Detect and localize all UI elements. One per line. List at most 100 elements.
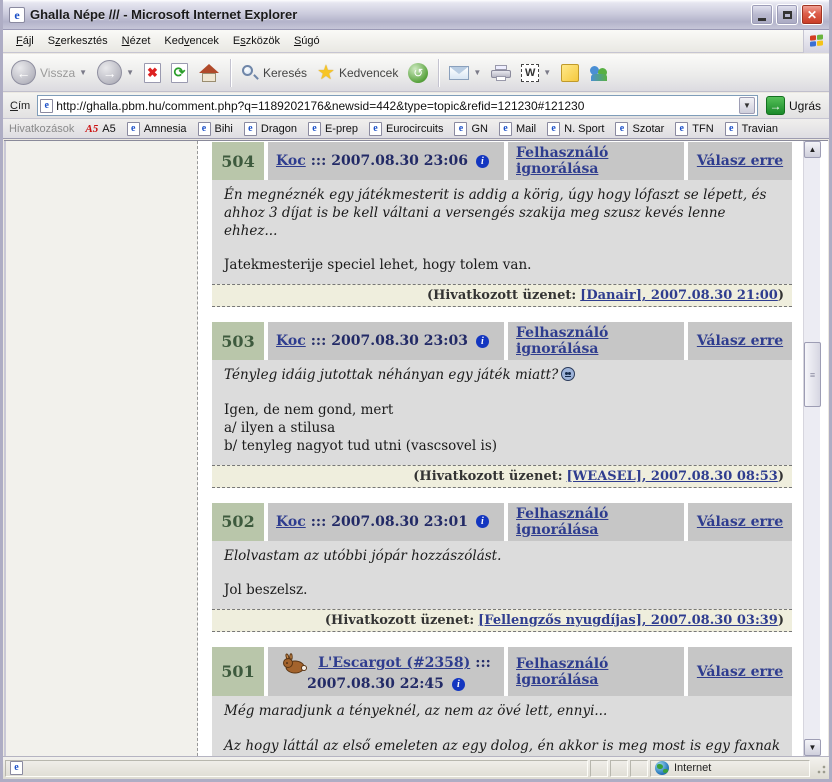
link-travian[interactable]: eTravian <box>725 122 778 136</box>
menu-file[interactable]: Fájl <box>9 32 41 50</box>
link-ie-icon: e <box>454 122 467 136</box>
link-dragon[interactable]: eDragon <box>244 122 297 136</box>
link-ie-icon: e <box>499 122 512 136</box>
address-dropdown-icon[interactable]: ▼ <box>739 97 755 114</box>
info-icon[interactable]: i <box>476 155 489 168</box>
post-header: 503 Koc ::: 2007.08.30 23:03 i Felhaszná… <box>212 322 792 360</box>
mail-dropdown-icon[interactable]: ▼ <box>473 68 481 77</box>
referenced-message-link[interactable]: [WEASEL], 2007.08.30 08:53 <box>567 469 778 484</box>
vertical-scrollbar[interactable]: ▲ ≡ ▼ <box>803 141 820 756</box>
back-button[interactable]: ← Vissza ▼ <box>7 57 91 89</box>
ie-app-icon: e <box>9 7 25 23</box>
favorites-button[interactable]: ★ Kedvencek <box>313 57 402 89</box>
forward-dropdown-icon[interactable]: ▼ <box>126 68 134 77</box>
info-icon[interactable]: i <box>452 678 465 691</box>
close-button[interactable]: ✕ <box>801 4 823 25</box>
post-header: 504 Koc ::: 2007.08.30 23:06 i Felhaszná… <box>212 142 792 180</box>
link-mail[interactable]: eMail <box>499 122 536 136</box>
ignore-user-link[interactable]: Felhasználó ignorálása <box>508 142 684 180</box>
scroll-up-icon[interactable]: ▲ <box>804 141 821 158</box>
link-szotar[interactable]: eSzotar <box>615 122 664 136</box>
link-ie-icon: e <box>308 122 321 136</box>
link-ie-icon: e <box>725 122 738 136</box>
status-page-icon: e <box>10 761 23 775</box>
post-footer: (Hivatkozott üzenet: [Fellengzős nyugdíja… <box>212 609 792 632</box>
status-bar: e Internet <box>3 756 829 779</box>
author-separator: ::: <box>311 333 327 349</box>
maximize-button[interactable] <box>776 4 798 25</box>
edit-button[interactable]: W ▼ <box>517 57 555 89</box>
link-gn[interactable]: eGN <box>454 122 488 136</box>
stop-button[interactable]: ✖ <box>140 57 165 89</box>
refresh-button[interactable]: ⟳ <box>167 57 192 89</box>
forward-button[interactable]: → ▼ <box>93 57 138 89</box>
info-icon[interactable]: i <box>476 515 489 528</box>
link-amnesia[interactable]: eAmnesia <box>127 122 187 136</box>
post-number: 503 <box>212 322 264 360</box>
ignore-user-link[interactable]: Felhasználó ignorálása <box>508 322 684 360</box>
reply-link[interactable]: Válasz erre <box>688 142 792 180</box>
post-datetime: 2007.08.30 22:45 <box>307 676 444 692</box>
history-button[interactable]: ↺ <box>404 57 432 89</box>
rolleyes-emoticon-icon <box>561 367 575 381</box>
go-button[interactable]: → Ugrás <box>762 96 825 115</box>
address-bar: Cím e ▼ → Ugrás <box>3 93 829 119</box>
discuss-button[interactable] <box>557 57 583 89</box>
back-dropdown-icon[interactable]: ▼ <box>79 68 87 77</box>
referenced-message-link[interactable]: [Danair], 2007.08.30 21:00 <box>580 288 778 303</box>
standard-toolbar: ← Vissza ▼ → ▼ ✖ ⟳ Keresés ★ Kedvencek ↺… <box>3 54 829 92</box>
author-link[interactable]: Koc <box>276 333 306 349</box>
link-ie-icon: e <box>369 122 382 136</box>
author-link[interactable]: L'Escargot (#2358) <box>318 655 470 671</box>
menu-help[interactable]: Súgó <box>287 32 327 50</box>
post-body: Tényleg idáig jutottak néhányan egy játé… <box>212 360 792 464</box>
link-ie-icon: e <box>547 122 560 136</box>
reply-link[interactable]: Válasz erre <box>688 322 792 360</box>
link-bihi[interactable]: eBihi <box>198 122 233 136</box>
address-input[interactable] <box>56 99 736 113</box>
referenced-message-link[interactable]: [Fellengzős nyugdíjas], 2007.08.30 03:39 <box>478 613 778 628</box>
windows-flag-icon <box>810 34 824 48</box>
resize-grip[interactable] <box>814 762 827 775</box>
menu-tools[interactable]: Eszközök <box>226 32 287 50</box>
status-panel <box>630 760 648 777</box>
ref-prefix: (Hivatkozott üzenet: <box>325 613 474 628</box>
mail-button[interactable]: ▼ <box>445 57 485 89</box>
windows-logo <box>803 30 829 53</box>
go-arrow-icon: → <box>766 96 785 115</box>
print-icon <box>491 65 511 81</box>
address-label: Cím <box>7 100 33 112</box>
print-button[interactable] <box>487 57 515 89</box>
minimize-icon <box>758 18 766 21</box>
link-eurocircuits[interactable]: eEurocircuits <box>369 122 443 136</box>
scroll-down-icon[interactable]: ▼ <box>804 739 821 756</box>
info-icon[interactable]: i <box>476 335 489 348</box>
post-author-cell: Koc ::: 2007.08.30 23:03 i <box>268 322 504 360</box>
post-header: 501 L'Escargot (#2358) <box>212 647 792 696</box>
link-a5[interactable]: A5A5 <box>85 123 115 135</box>
menu-favorites[interactable]: Kedvencek <box>157 32 225 50</box>
menu-view[interactable]: Nézet <box>115 32 158 50</box>
ignore-user-link[interactable]: Felhasználó ignorálása <box>508 503 684 541</box>
menu-edit[interactable]: Szerkesztés <box>41 32 115 50</box>
browser-window: e Ghalla Népe /// - Microsoft Internet E… <box>0 0 832 782</box>
menu-bar: Fájl Szerkesztés Nézet Kedvencek Eszközö… <box>3 30 829 53</box>
rabbit-avatar <box>281 651 307 675</box>
ignore-user-link[interactable]: Felhasználó ignorálása <box>508 647 684 696</box>
author-link[interactable]: Koc <box>276 514 306 530</box>
author-link[interactable]: Koc <box>276 153 306 169</box>
link-e-prep[interactable]: eE-prep <box>308 122 358 136</box>
search-button[interactable]: Keresés <box>237 57 311 89</box>
links-bar-label: Hivatkozások <box>9 123 74 135</box>
scrollbar-thumb[interactable]: ≡ <box>804 342 821 407</box>
post-number: 504 <box>212 142 264 180</box>
post-datetime: 2007.08.30 23:01 <box>331 514 468 530</box>
link-tfn[interactable]: eTFN <box>675 122 713 136</box>
minimize-button[interactable] <box>751 4 773 25</box>
reply-link[interactable]: Válasz erre <box>688 647 792 696</box>
reply-link[interactable]: Válasz erre <box>688 503 792 541</box>
link-n-sport[interactable]: eN. Sport <box>547 122 604 136</box>
home-button[interactable] <box>194 57 224 89</box>
edit-dropdown-icon[interactable]: ▼ <box>543 68 551 77</box>
messenger-button[interactable] <box>585 57 613 89</box>
